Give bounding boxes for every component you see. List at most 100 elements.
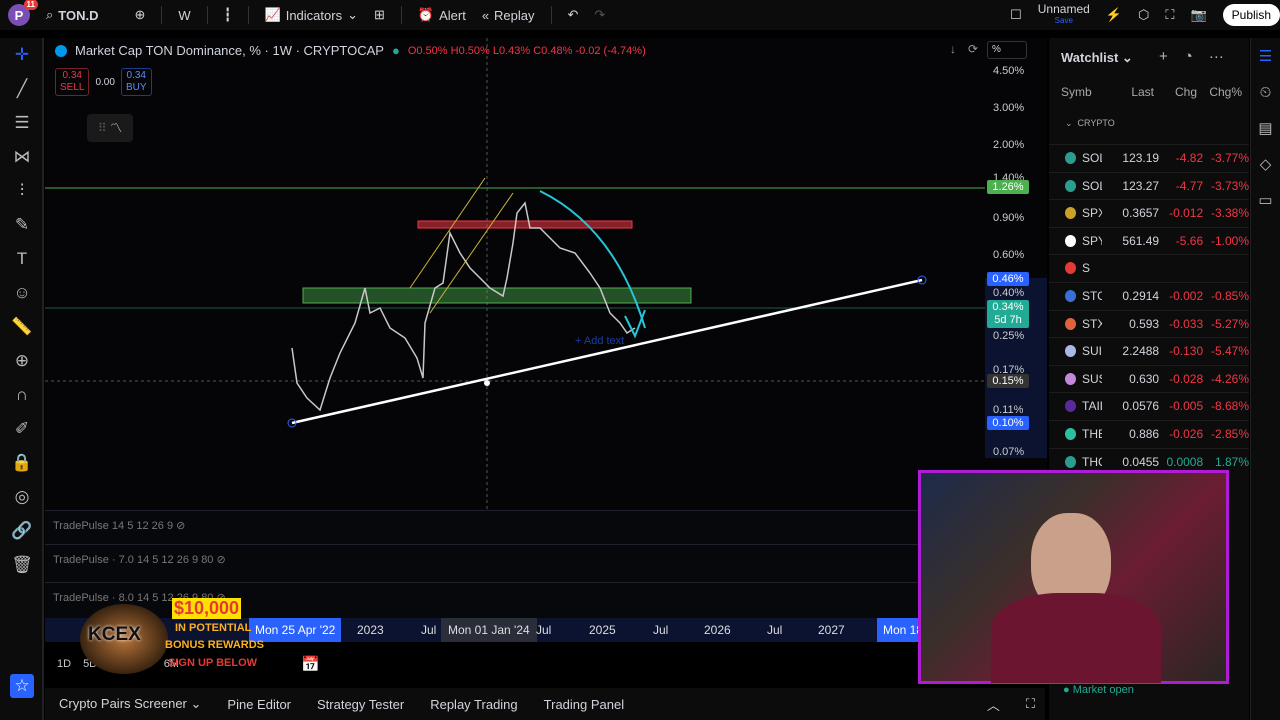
tab-crypto-pairs-screener[interactable]: Crypto Pairs Screener ⌄	[59, 696, 201, 712]
watchlist-row[interactable]: SUI 2.2488 -0.130 -5.47%	[1049, 337, 1249, 364]
refresh-icon[interactable]: ⟳	[968, 42, 978, 56]
chat-icon[interactable]: ▭	[1251, 182, 1280, 218]
watchlist-row[interactable]: THE 0.886 -0.026 -2.85%	[1049, 420, 1249, 447]
interval-button[interactable]: W	[178, 8, 190, 23]
arrow-down-icon[interactable]: ↓	[950, 42, 956, 56]
date-range-icon[interactable]: 📅	[301, 655, 320, 673]
settings-icon[interactable]: ⬡	[1138, 7, 1149, 23]
chart-drawing	[45, 38, 985, 510]
magnet-icon[interactable]: ∩	[0, 378, 44, 412]
price-tag-last: 0.34% 5d 7h	[987, 300, 1029, 328]
col-symbol[interactable]: Symb	[1049, 85, 1109, 99]
candles-icon[interactable]: ┇	[224, 7, 232, 23]
add-symbol-icon[interactable]: ⊕	[135, 7, 146, 23]
scale-mode-button[interactable]: %	[987, 41, 1027, 59]
emoji-icon[interactable]: ☺	[0, 276, 44, 310]
hidden-eye-icon[interactable]: ⊘	[217, 554, 226, 566]
quick-search-icon[interactable]: ⚡	[1106, 7, 1122, 23]
camera-icon[interactable]: 📷	[1190, 7, 1206, 23]
fullscreen-icon[interactable]: ⛶	[1165, 7, 1174, 23]
text-icon[interactable]: T	[0, 242, 44, 276]
more-icon[interactable]: ···	[1209, 48, 1224, 65]
market-status: ● Market open	[1063, 684, 1134, 696]
indicators-button[interactable]: 📈 Indicators ⌄	[265, 7, 358, 23]
tab-pine-editor[interactable]: Pine Editor	[227, 697, 291, 712]
sell-button[interactable]: 0.34 SELL	[55, 68, 90, 96]
col-last[interactable]: Last	[1109, 85, 1154, 99]
tab-replay-trading[interactable]: Replay Trading	[430, 697, 517, 712]
change-percent: -5.47%	[1210, 344, 1250, 359]
templates-icon[interactable]: ⊞	[374, 7, 385, 23]
col-chgp[interactable]: Chg%	[1197, 85, 1242, 99]
avatar[interactable]: P 11	[8, 0, 38, 26]
zoom-icon[interactable]: ⊕	[0, 344, 44, 378]
watchlist-row[interactable]: STX 0.593 -0.033 -5.27%	[1049, 309, 1249, 337]
watchlist-row[interactable]: SPY 561.49 -5.66 -1.00%	[1049, 226, 1249, 254]
watchlist-row[interactable]: S	[1049, 254, 1249, 281]
pattern-icon[interactable]: ⋈	[0, 140, 44, 174]
chart-controls: ↓ ⟳	[950, 42, 978, 56]
trend-icon[interactable]: 〽	[110, 121, 122, 135]
eye-icon[interactable]: ◎	[0, 480, 44, 514]
projection-icon[interactable]: ⫶	[0, 174, 44, 208]
lock-icon[interactable]: 🔒	[0, 446, 44, 480]
alarm-icon: ⏰	[417, 7, 435, 22]
symbol-search-button[interactable]: ⌕ TON.D	[46, 7, 99, 23]
layout-name[interactable]: Unnamed Save	[1038, 3, 1090, 26]
watchlist-row[interactable]: SOL 123.27 -4.77 -3.73%	[1049, 171, 1249, 199]
indicator-pane-2[interactable]: TradePulse · 7.0 14 5 12 26 9 80 ⊘	[45, 544, 985, 582]
undo-icon[interactable]: ↶	[568, 7, 579, 23]
redo-icon[interactable]: ↷	[594, 7, 605, 23]
range-1d[interactable]: 1D	[57, 658, 71, 670]
watchlist-row[interactable]: SOL 123.19 -4.82 -3.77%	[1049, 144, 1249, 171]
watchlist-row[interactable]: SPXI 0.3657 -0.012 -3.38%	[1049, 199, 1249, 226]
col-chg[interactable]: Chg	[1154, 85, 1197, 99]
add-icon[interactable]: +	[1159, 48, 1168, 65]
alert-button[interactable]: ⏰ Alert	[418, 7, 466, 23]
tab-trading-panel[interactable]: Trading Panel	[544, 697, 624, 712]
ruler-icon[interactable]: 📏	[0, 310, 44, 344]
publish-button[interactable]: Publish	[1222, 4, 1280, 26]
time-tag-end: Mon 18	[877, 618, 920, 642]
alerts-clock-icon[interactable]: ⏲	[1251, 74, 1280, 110]
cyan-arc-drawing[interactable]	[539, 190, 646, 329]
brush-icon[interactable]: ✎	[0, 208, 44, 242]
add-text-hint[interactable]: + Add text	[575, 335, 624, 347]
symbol-icon	[1065, 152, 1077, 164]
crosshair-icon[interactable]: ✛	[0, 38, 44, 72]
trend-line-icon[interactable]: ╱	[0, 72, 44, 106]
tab-strategy-tester[interactable]: Strategy Tester	[317, 697, 404, 712]
resistance-zone-rectangle[interactable]	[417, 220, 633, 229]
fib-icon[interactable]: ☰	[0, 106, 44, 140]
buy-button[interactable]: 0.34 BUY	[120, 68, 152, 96]
watchlist-row[interactable]: STO 0.2914 -0.002 -0.85%	[1049, 282, 1249, 309]
last: 0.593	[1129, 316, 1160, 331]
watchlist-row[interactable]: SUSI 0.630 -0.028 -4.26%	[1049, 364, 1249, 392]
watchlist-icon[interactable]: ☰	[1251, 38, 1280, 74]
link-icon[interactable]: 🔗	[0, 514, 44, 548]
section-crypto[interactable]: ⌄ CRYPTO	[1065, 118, 1115, 129]
collapse-up-icon[interactable]: ︿	[987, 695, 1000, 714]
replay-button[interactable]: «Replay	[482, 8, 535, 23]
symbol: STO	[1082, 289, 1103, 303]
watchlist-row[interactable]: TAIL 0.0576 -0.005 -8.68%	[1049, 392, 1249, 419]
price-axis[interactable]: % 4.50% 3.00% 2.00% 1.40% 0.90% 0.60% 0.…	[985, 38, 1047, 510]
hidden-eye-icon[interactable]: ⊘	[176, 520, 185, 532]
trash-icon[interactable]: 🗑	[0, 548, 44, 582]
watchlist-title[interactable]: Watchlist ⌄	[1061, 50, 1133, 66]
symbol-icon	[1065, 290, 1077, 302]
symbol-icon	[1065, 400, 1077, 413]
chart-canvas[interactable]: + Add text ⠿ 〽 ↓ ⟳	[45, 38, 985, 510]
symbol-title[interactable]: Market Cap TON Dominance, % · 1W · CRYPT…	[75, 43, 384, 58]
layout-checkbox-icon[interactable]: ☐	[1010, 7, 1022, 23]
drag-handle-icon[interactable]: ⠿	[98, 121, 107, 135]
lock-drawing-icon[interactable]: ✐	[0, 412, 44, 446]
layers-icon[interactable]: ◇	[1251, 146, 1280, 182]
maximize-panel-icon[interactable]: ⛶	[1026, 696, 1035, 712]
favorites-star-icon[interactable]: ☆	[10, 674, 34, 698]
pie-chart-icon[interactable]: ◔	[1184, 48, 1193, 65]
floating-drawing-toolbar[interactable]: ⠿ 〽	[87, 114, 133, 142]
add-note-icon[interactable]: ▤	[1251, 110, 1280, 146]
indicator-pane-1[interactable]: TradePulse 14 5 12 26 9 ⊘	[45, 510, 985, 548]
price-tag-crosshair: 0.15%	[987, 374, 1029, 388]
